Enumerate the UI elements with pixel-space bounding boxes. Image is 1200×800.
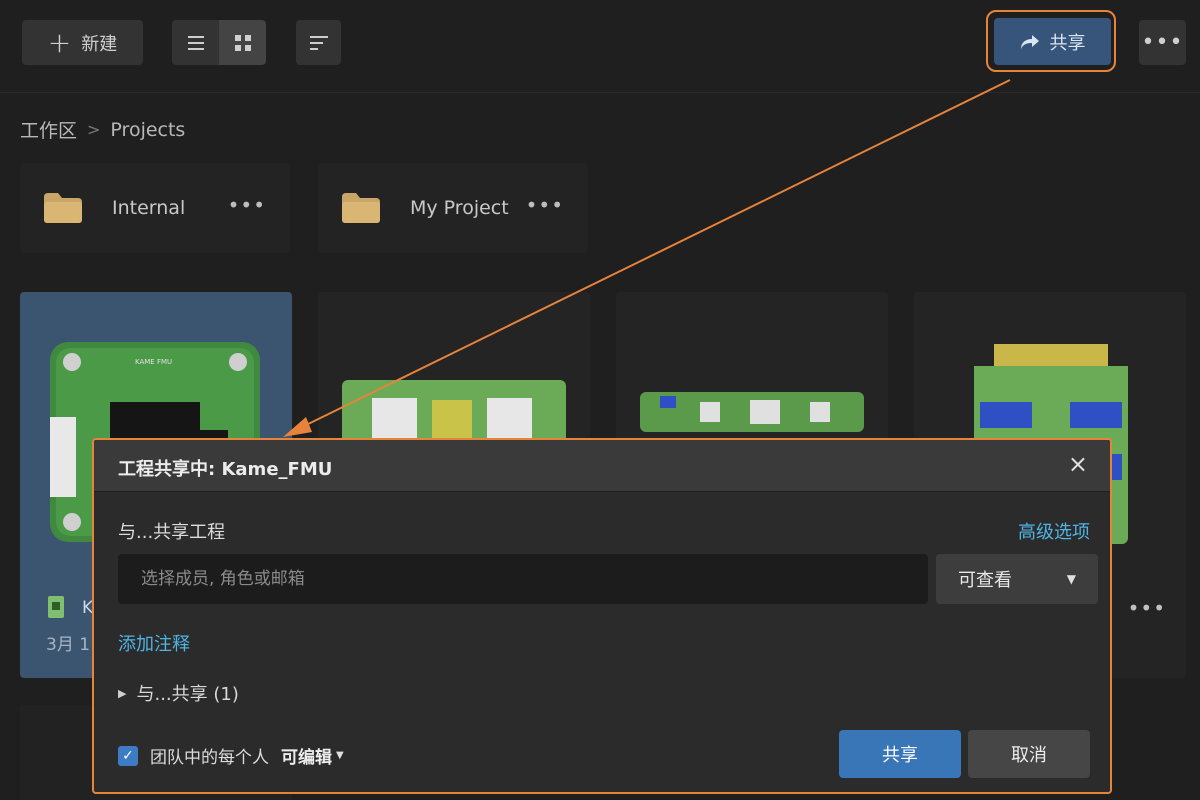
project-more-icon[interactable]: ••• — [1128, 596, 1166, 620]
dialog-header: 工程共享中: Kame_FMU × — [94, 440, 1110, 492]
list-view-icon — [187, 35, 204, 50]
grid-view-icon — [234, 34, 251, 51]
new-button-label: 新建 — [81, 33, 118, 55]
shared-with-toggle[interactable]: ▶ 与...共享 (1) — [118, 680, 239, 706]
shared-with-label: 与...共享 (1) — [136, 684, 239, 705]
sort-icon — [309, 35, 328, 50]
breadcrumb-root[interactable]: 工作区 — [20, 116, 77, 143]
member-search-input[interactable] — [118, 554, 928, 604]
dialog-cancel-button[interactable]: 取消 — [968, 730, 1090, 778]
role-dropdown-value: 可查看 — [958, 570, 1012, 591]
caret-down-icon: ▼ — [1066, 572, 1076, 586]
list-view-button[interactable] — [172, 20, 219, 65]
folder-more-icon[interactable]: ••• — [526, 193, 564, 217]
toolbar-divider — [0, 92, 1200, 93]
svg-text:KAME FMU: KAME FMU — [135, 358, 172, 366]
close-icon[interactable]: × — [1068, 450, 1088, 478]
new-button[interactable]: + 新建 — [22, 20, 143, 65]
project-date: 3月 1 — [46, 635, 91, 655]
role-dropdown[interactable]: 可查看 ▼ — [936, 554, 1098, 604]
plus-icon: + — [47, 25, 72, 59]
folder-name: My Project — [410, 197, 509, 219]
caret-down-icon: ▼ — [336, 750, 344, 761]
grid-view-button[interactable] — [219, 20, 266, 65]
pcb-thumbnail — [640, 392, 864, 432]
more-options-button[interactable]: ••• — [1139, 20, 1186, 65]
folder-card-my-project[interactable]: My Project ••• — [318, 163, 588, 253]
dialog-share-button[interactable]: 共享 — [839, 730, 961, 778]
share-arrow-icon — [1020, 34, 1039, 49]
everyone-permission-value: 可编辑 — [281, 748, 332, 768]
breadcrumb-separator: > — [87, 120, 101, 139]
everyone-permission-row: ✓ 团队中的每个人 可编辑 ▼ — [118, 743, 344, 768]
breadcrumb: 工作区 > Projects — [20, 116, 185, 143]
folder-card-internal[interactable]: Internal ••• — [20, 163, 290, 253]
share-button-label: 共享 — [1049, 32, 1086, 54]
dialog-title: 工程共享中: Kame_FMU — [118, 459, 333, 480]
everyone-label: 团队中的每个人 — [150, 748, 269, 768]
share-dialog: 工程共享中: Kame_FMU × 与...共享工程 高级选项 可查看 ▼ 添加… — [92, 438, 1112, 794]
add-note-link[interactable]: 添加注释 — [118, 630, 190, 656]
folder-icon — [44, 193, 82, 223]
sort-button[interactable] — [296, 20, 341, 65]
share-with-label: 与...共享工程 — [118, 522, 226, 543]
folder-more-icon[interactable]: ••• — [228, 193, 266, 217]
breadcrumb-current: Projects — [110, 118, 186, 141]
folder-name: Internal — [112, 197, 186, 219]
share-button[interactable]: 共享 — [994, 18, 1111, 65]
checkbox-icon[interactable]: ✓ — [118, 745, 138, 766]
more-icon: ••• — [1141, 30, 1184, 55]
folder-icon — [342, 193, 380, 223]
project-file-icon — [48, 596, 64, 618]
everyone-permission-dropdown[interactable]: 可编辑 ▼ — [281, 743, 344, 768]
expand-triangle-icon: ▶ — [118, 686, 127, 700]
advanced-options-link[interactable]: 高级选项 — [1018, 518, 1090, 544]
